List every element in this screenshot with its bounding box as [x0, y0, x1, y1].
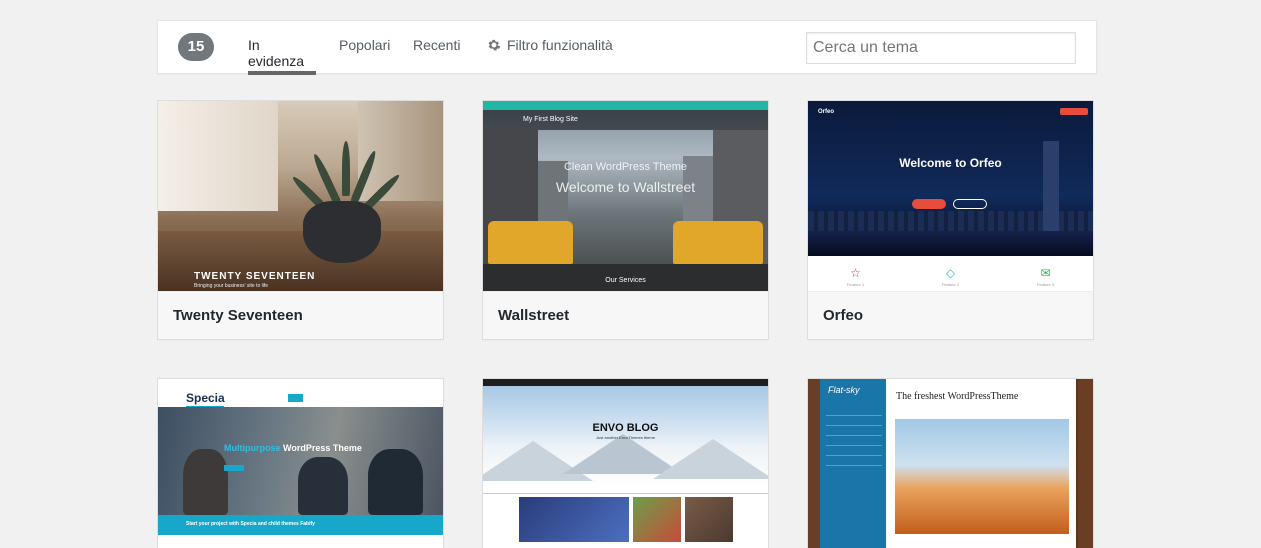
wood-photo	[685, 497, 733, 542]
screenshot-site-title: Orfeo	[818, 109, 835, 115]
tab-popular[interactable]: Popolari	[339, 37, 390, 75]
screenshot-services-bar: Our Services	[483, 264, 768, 291]
theme-card-wallstreet[interactable]: My First Blog Site Clean WordPress Theme…	[482, 100, 769, 340]
screenshot-cta-primary	[912, 199, 946, 209]
screenshot-topbar	[158, 379, 443, 391]
screenshot-headline-2: Welcome to Wallstreet	[555, 179, 696, 195]
screenshot-site-tagline: Just another EnvoThemes theme	[596, 435, 655, 440]
desert-photo	[895, 419, 1069, 534]
screenshot-site-tagline: Bringing your business' site to life	[194, 283, 269, 289]
screenshot-hero-text: Multipurpose WordPress Theme	[224, 443, 362, 453]
feature-label: Feature 3	[1036, 282, 1055, 287]
sidebar-line	[826, 445, 882, 446]
building	[1043, 141, 1059, 231]
screenshot-nav	[483, 379, 768, 386]
theme-name: Orfeo	[808, 291, 1093, 339]
screenshot-nav-active	[288, 394, 303, 402]
theme-name: Wallstreet	[483, 291, 768, 339]
theme-card-envo-blog[interactable]: ENVO BLOG Just another EnvoThemes theme	[482, 378, 769, 548]
envelope-icon: ✉	[1040, 266, 1051, 280]
person	[183, 449, 228, 515]
theme-filter-bar: 15 In evidenza Popolari Recenti Filtro f…	[157, 20, 1097, 75]
screenshot-cta-secondary	[953, 199, 987, 209]
blueberry-photo	[519, 497, 629, 542]
screenshot-table	[158, 231, 443, 291]
taxi	[673, 221, 763, 264]
person	[368, 449, 423, 515]
theme-screenshot[interactable]: Orfeo Welcome to Orfeo ☆ Feature 1 ◇ Featu…	[808, 101, 1093, 291]
theme-card-specia[interactable]: Specia Multipurpose WordPress Theme Star…	[157, 378, 444, 548]
sidebar-line	[826, 435, 882, 436]
screenshot-site-title: My First Blog Site	[523, 116, 578, 123]
taxi	[488, 221, 573, 264]
theme-name: Twenty Seventeen	[158, 291, 443, 339]
screenshot-site-title: TWENTY SEVENTEEN	[194, 271, 316, 282]
screenshot-window	[158, 101, 278, 211]
person	[298, 457, 348, 515]
star-icon: ☆	[850, 266, 861, 280]
screenshot-features: ☆ Feature 1 ◇ Feature 2 ✉ Feature 3	[808, 266, 1093, 287]
theme-screenshot[interactable]: Flat-sky The freshest WordPressTheme	[808, 379, 1093, 548]
sidebar-line	[826, 415, 882, 416]
screenshot-hero-button	[224, 465, 244, 471]
sidebar-line	[826, 455, 882, 456]
feature-item: ☆ Feature 1	[826, 266, 886, 287]
feature-label: Feature 1	[846, 282, 865, 287]
screenshot-sidebar	[820, 379, 886, 548]
screenshot-nav-button	[1060, 108, 1088, 115]
hero-suffix: WordPress Theme	[280, 443, 362, 453]
theme-count-badge: 15	[178, 33, 214, 61]
screenshot-headline-1: Clean WordPress Theme	[563, 161, 688, 173]
mountain	[653, 439, 768, 479]
screenshot-cta-bar: Start your project with Specia and child…	[158, 515, 443, 535]
screenshot-sidebar-title: Flat-sky	[828, 385, 860, 395]
theme-card-flat-sky[interactable]: Flat-sky The freshest WordPressTheme	[807, 378, 1094, 548]
topbar	[483, 101, 768, 110]
theme-screenshot[interactable]: My First Blog Site Clean WordPress Theme…	[483, 101, 768, 291]
tab-featured[interactable]: In evidenza	[248, 37, 316, 75]
screenshot-window-right	[358, 101, 443, 201]
theme-card-twenty-seventeen[interactable]: TWENTY SEVENTEEN Bringing your business'…	[157, 100, 444, 340]
screenshot-menu	[483, 489, 768, 494]
water-reflection	[808, 231, 1093, 256]
diamond-icon: ◇	[945, 266, 956, 280]
theme-screenshot[interactable]: Specia Multipurpose WordPress Theme Star…	[158, 379, 443, 548]
sidebar-line	[826, 425, 882, 426]
gear-icon	[488, 39, 501, 51]
tab-feature-filter-label: Filtro funzionalità	[507, 37, 613, 53]
screenshot-site-title: ENVO BLOG	[592, 422, 659, 434]
plant-leaf	[342, 141, 350, 196]
feature-item: ✉ Feature 3	[1016, 266, 1076, 287]
logo-text: Specia	[186, 391, 225, 405]
feature-item: ◇ Feature 2	[921, 266, 981, 287]
plant-pot	[303, 201, 381, 263]
feature-label: Feature 2	[941, 282, 960, 287]
sidebar-line	[826, 465, 882, 466]
screenshot-welcome: Welcome to Orfeo	[899, 156, 1002, 170]
tab-feature-filter[interactable]: Filtro funzionalità	[487, 37, 613, 75]
theme-screenshot[interactable]: ENVO BLOG Just another EnvoThemes theme	[483, 379, 768, 548]
theme-card-orfeo[interactable]: Orfeo Welcome to Orfeo ☆ Feature 1 ◇ Featu…	[807, 100, 1094, 340]
hero-highlight: Multipurpose	[224, 443, 281, 453]
theme-search-input[interactable]	[806, 32, 1076, 64]
tab-latest[interactable]: Recenti	[413, 37, 460, 75]
berry-photo	[633, 497, 681, 542]
screenshot-post-title: The freshest WordPressTheme	[896, 391, 1019, 402]
screenshot-nav: My First Blog Site	[483, 110, 768, 130]
theme-screenshot[interactable]: TWENTY SEVENTEEN Bringing your business'…	[158, 101, 443, 291]
